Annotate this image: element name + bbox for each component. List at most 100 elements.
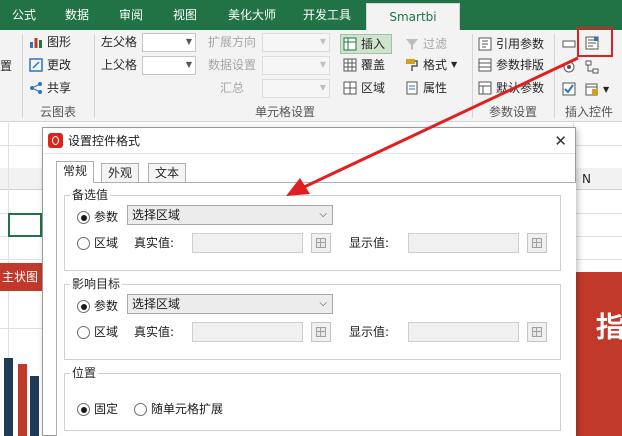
control-format-dialog: 设置控件格式 ✕ 常规 外观 文本 备选值 参数 选择区域 ⌵ 区域 真实值: …: [42, 127, 576, 436]
chevron-down-icon: ⌵: [319, 209, 327, 220]
tab-data[interactable]: 数据: [54, 0, 100, 30]
textbox-control-icon[interactable]: [562, 37, 576, 51]
highlight-box: [577, 27, 613, 57]
chevron-down-icon: ▼: [185, 60, 192, 69]
candidate-param-label: 参数: [94, 210, 119, 224]
param-settings-group-label: 参数设置: [488, 105, 537, 119]
target-area-radio[interactable]: [77, 326, 90, 339]
cloud-chart-group-label: 云图表: [39, 105, 76, 119]
filter-icon: [406, 39, 418, 50]
chevron-down-icon: ▼: [319, 37, 326, 46]
target-area-label: 区域: [94, 325, 119, 339]
tab-beautify[interactable]: 美化大师: [216, 0, 288, 30]
candidate-display-value-input[interactable]: [408, 233, 519, 253]
chevron-down-icon: ▼: [451, 60, 458, 69]
column-header-n: N: [582, 172, 591, 186]
chart-bar: [4, 358, 13, 436]
tab-smartbi[interactable]: Smartbi: [366, 3, 460, 30]
radio-control-icon[interactable]: [562, 60, 576, 74]
format-button[interactable]: 格式: [423, 55, 447, 75]
grid-picker-icon: [532, 327, 542, 337]
selected-cell[interactable]: [8, 213, 42, 237]
bar-chart-icon: [30, 38, 42, 48]
close-icon[interactable]: ✕: [554, 128, 567, 154]
position-fixed-radio[interactable]: [77, 403, 90, 416]
target-param-select[interactable]: 选择区域 ⌵: [127, 294, 333, 314]
change-chart-button[interactable]: 更改: [47, 55, 71, 75]
chart-button[interactable]: 图形: [47, 32, 71, 52]
grid-picker-icon: [316, 327, 326, 337]
ribbon-tab-bar: 公式 数据 审阅 视图 美化大师 开发工具 Smartbi: [0, 0, 622, 30]
target-display-value-input[interactable]: [408, 322, 519, 342]
share-chart-button[interactable]: 共享: [47, 78, 71, 98]
area-icon: [343, 81, 357, 95]
position-group: [64, 373, 561, 431]
candidate-values-title: 备选值: [70, 188, 111, 202]
target-param-radio[interactable]: [77, 300, 90, 313]
summary-label: 汇总: [220, 81, 245, 95]
cover-cell-icon: [343, 58, 357, 72]
tab-appearance[interactable]: 外观: [101, 163, 140, 182]
group-separator: [554, 34, 555, 118]
default-param-icon: [478, 81, 492, 95]
chevron-down-icon: ▼: [603, 85, 610, 94]
ribbon-panel: 置 图形 更改 共享 云图表 左父格 ▼ 上父格 ▼ 扩展方向 ▼ 数据设置 ▼…: [0, 30, 622, 122]
chart-bar: [18, 364, 27, 436]
share-icon: [30, 82, 42, 94]
target-real-value-label: 真实值:: [134, 325, 175, 339]
cover-button[interactable]: 覆盖: [361, 55, 385, 75]
chevron-down-icon: ▼: [319, 60, 326, 69]
grid-picker-icon: [316, 238, 326, 248]
group-separator: [472, 34, 473, 118]
target-title: 影响目标: [70, 277, 123, 291]
summary-dropdown[interactable]: ▼: [262, 79, 330, 98]
candidate-real-picker[interactable]: [311, 233, 331, 253]
target-select-value: 选择区域: [132, 297, 181, 311]
checkbox-control-icon[interactable]: [562, 82, 576, 96]
banner-text: 指: [592, 312, 622, 340]
dialog-title: 设置控件格式: [68, 134, 141, 148]
dialog-title-bar[interactable]: 设置控件格式 ✕: [43, 128, 575, 154]
candidate-display-value-label: 显示值:: [349, 236, 390, 250]
tab-view[interactable]: 视图: [162, 0, 208, 30]
chart-title-tag: 主状图: [0, 263, 44, 291]
candidate-param-radio[interactable]: [77, 211, 90, 224]
area-button[interactable]: 区域: [361, 78, 385, 98]
tab-review[interactable]: 审阅: [108, 0, 154, 30]
tree-control-icon[interactable]: [585, 60, 599, 74]
grid-line: [8, 123, 9, 363]
target-param-label: 参数: [94, 299, 119, 313]
tab-developer[interactable]: 开发工具: [292, 0, 362, 30]
default-param-button[interactable]: 默认参数: [496, 78, 544, 98]
data-settings-dropdown[interactable]: ▼: [262, 56, 330, 75]
top-parent-dropdown[interactable]: ▼: [142, 56, 196, 75]
candidate-display-picker[interactable]: [527, 233, 547, 253]
target-display-picker[interactable]: [527, 322, 547, 342]
position-expand-radio[interactable]: [134, 403, 147, 416]
attribute-button[interactable]: 属性: [423, 78, 447, 98]
tab-formulas[interactable]: 公式: [4, 0, 44, 30]
expand-direction-label: 扩展方向: [208, 35, 257, 49]
target-real-value-input[interactable]: [192, 322, 303, 342]
candidate-area-radio[interactable]: [77, 237, 90, 250]
target-real-picker[interactable]: [311, 322, 331, 342]
insert-button[interactable]: 插入: [361, 34, 385, 54]
param-layout-icon: [478, 58, 492, 72]
tab-general[interactable]: 常规: [56, 161, 95, 183]
left-parent-label: 左父格: [101, 35, 138, 49]
date-control-icon[interactable]: [585, 82, 599, 96]
candidate-real-value-input[interactable]: [192, 233, 303, 253]
tab-text[interactable]: 文本: [148, 163, 187, 182]
left-parent-dropdown[interactable]: ▼: [142, 33, 196, 52]
candidate-real-value-label: 真实值:: [134, 236, 175, 250]
candidate-param-select[interactable]: 选择区域 ⌵: [127, 205, 333, 225]
chevron-down-icon: ▼: [185, 37, 192, 46]
param-layout-button[interactable]: 参数排版: [496, 55, 544, 75]
smartbi-logo-icon: [48, 133, 63, 148]
general-tab-panel: 备选值 参数 选择区域 ⌵ 区域 真实值: 显示值: 影响目标 参数 选择区域 …: [56, 182, 576, 436]
position-fixed-label: 固定: [94, 402, 119, 416]
filter-button[interactable]: 过滤: [423, 34, 447, 54]
reference-param-button[interactable]: 引用参数: [496, 34, 544, 54]
expand-direction-dropdown[interactable]: ▼: [262, 33, 330, 52]
insert-cell-icon: [343, 37, 357, 51]
